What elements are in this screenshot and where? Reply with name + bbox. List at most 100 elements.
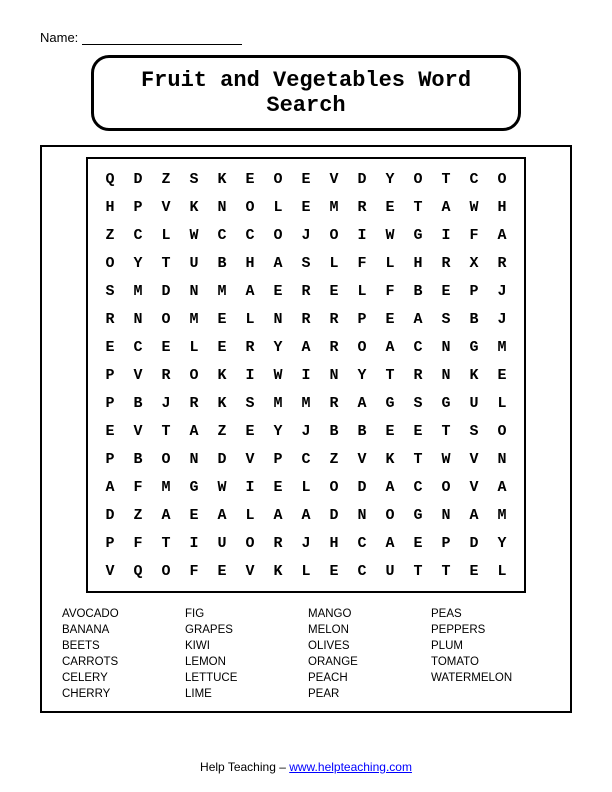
grid-cell: B xyxy=(124,445,152,473)
grid-cell: O xyxy=(180,361,208,389)
grid-cell: E xyxy=(96,417,124,445)
grid-row: RNOMELNRRPEASBJ xyxy=(96,305,516,333)
grid-cell: L xyxy=(348,277,376,305)
grid-cell: A xyxy=(348,389,376,417)
grid-cell: E xyxy=(432,277,460,305)
grid-cell: P xyxy=(348,305,376,333)
grid-cell: J xyxy=(152,389,180,417)
word-item: PLUM xyxy=(431,639,550,653)
grid-cell: O xyxy=(264,221,292,249)
grid-cell: R xyxy=(292,305,320,333)
grid-cell: P xyxy=(96,445,124,473)
grid-cell: D xyxy=(208,445,236,473)
grid-cell: A xyxy=(488,473,516,501)
word-item: LEMON xyxy=(185,655,304,669)
page-title: Fruit and Vegetables Word Search xyxy=(141,68,471,118)
grid-cell: P xyxy=(96,361,124,389)
grid-cell: D xyxy=(124,165,152,193)
grid-cell: R xyxy=(320,305,348,333)
grid-cell: B xyxy=(124,389,152,417)
grid-cell: O xyxy=(264,165,292,193)
grid-cell: G xyxy=(404,501,432,529)
grid-cell: W xyxy=(376,221,404,249)
grid-cell: L xyxy=(236,501,264,529)
grid-cell: F xyxy=(124,529,152,557)
grid-cell: D xyxy=(96,501,124,529)
grid-cell: K xyxy=(208,389,236,417)
grid-cell: J xyxy=(488,277,516,305)
grid-cell: L xyxy=(264,193,292,221)
grid-row: EVTAZEYJBBEETSO xyxy=(96,417,516,445)
grid-cell: E xyxy=(376,417,404,445)
grid-cell: E xyxy=(292,165,320,193)
grid-cell: E xyxy=(320,277,348,305)
grid-cell: G xyxy=(432,389,460,417)
grid-cell: N xyxy=(488,445,516,473)
grid-row: SMDNMAERELFBEPJ xyxy=(96,277,516,305)
grid-cell: M xyxy=(152,473,180,501)
grid-cell: K xyxy=(376,445,404,473)
grid-cell: E xyxy=(460,557,488,585)
grid-cell: C xyxy=(348,529,376,557)
grid-cell: C xyxy=(292,445,320,473)
grid-cell: O xyxy=(152,445,180,473)
grid-cell: L xyxy=(152,221,180,249)
grid-cell: O xyxy=(152,557,180,585)
grid-cell: I xyxy=(348,221,376,249)
grid-cell: M xyxy=(124,277,152,305)
grid-cell: A xyxy=(96,473,124,501)
grid-cell: O xyxy=(404,165,432,193)
grid-cell: E xyxy=(404,529,432,557)
grid-cell: T xyxy=(152,417,180,445)
grid-cell: Y xyxy=(264,333,292,361)
grid-cell: V xyxy=(236,445,264,473)
grid-cell: O xyxy=(376,501,404,529)
grid-row: OYTUBHASLFLHRXR xyxy=(96,249,516,277)
grid-cell: S xyxy=(432,305,460,333)
grid-cell: E xyxy=(376,193,404,221)
grid-cell: X xyxy=(460,249,488,277)
grid-cell: V xyxy=(152,193,180,221)
grid-cell: L xyxy=(376,249,404,277)
footer-link[interactable]: www.helpteaching.com xyxy=(289,760,412,774)
grid-cell: T xyxy=(432,557,460,585)
grid-cell: R xyxy=(320,389,348,417)
grid-cell: J xyxy=(292,221,320,249)
grid-cell: A xyxy=(432,193,460,221)
grid-cell: U xyxy=(180,249,208,277)
title-box: Fruit and Vegetables Word Search xyxy=(91,55,521,131)
grid-cell: E xyxy=(208,305,236,333)
grid-cell: R xyxy=(404,361,432,389)
name-label: Name: xyxy=(40,30,78,45)
word-item: LIME xyxy=(185,687,304,701)
grid-cell: R xyxy=(264,529,292,557)
grid-cell: F xyxy=(376,277,404,305)
grid-cell: N xyxy=(348,501,376,529)
grid-cell: J xyxy=(292,417,320,445)
grid-cell: O xyxy=(320,221,348,249)
grid-cell: V xyxy=(320,165,348,193)
grid-cell: T xyxy=(404,445,432,473)
grid-cell: A xyxy=(292,333,320,361)
grid-cell: E xyxy=(96,333,124,361)
grid-cell: M xyxy=(320,193,348,221)
name-line: Name: xyxy=(40,30,572,45)
grid-cell: Y xyxy=(264,417,292,445)
name-underline-field xyxy=(82,31,242,45)
grid-cell: T xyxy=(376,361,404,389)
grid-cell: B xyxy=(348,417,376,445)
grid-row: PVROKIWINYTRNKE xyxy=(96,361,516,389)
grid-cell: T xyxy=(152,529,180,557)
grid-cell: H xyxy=(236,249,264,277)
grid-cell: T xyxy=(432,417,460,445)
grid-cell: O xyxy=(236,529,264,557)
page: Name: Fruit and Vegetables Word Search Q… xyxy=(0,0,612,792)
grid-row: ZCLWCCOJOIWGIFA xyxy=(96,221,516,249)
grid-row: AFMGWIELODACOVA xyxy=(96,473,516,501)
word-item: PEPPERS xyxy=(431,623,550,637)
grid-cell: O xyxy=(320,473,348,501)
grid-cell: G xyxy=(404,221,432,249)
grid-cell: N xyxy=(264,305,292,333)
grid-cell: E xyxy=(488,361,516,389)
grid-cell: C xyxy=(460,165,488,193)
